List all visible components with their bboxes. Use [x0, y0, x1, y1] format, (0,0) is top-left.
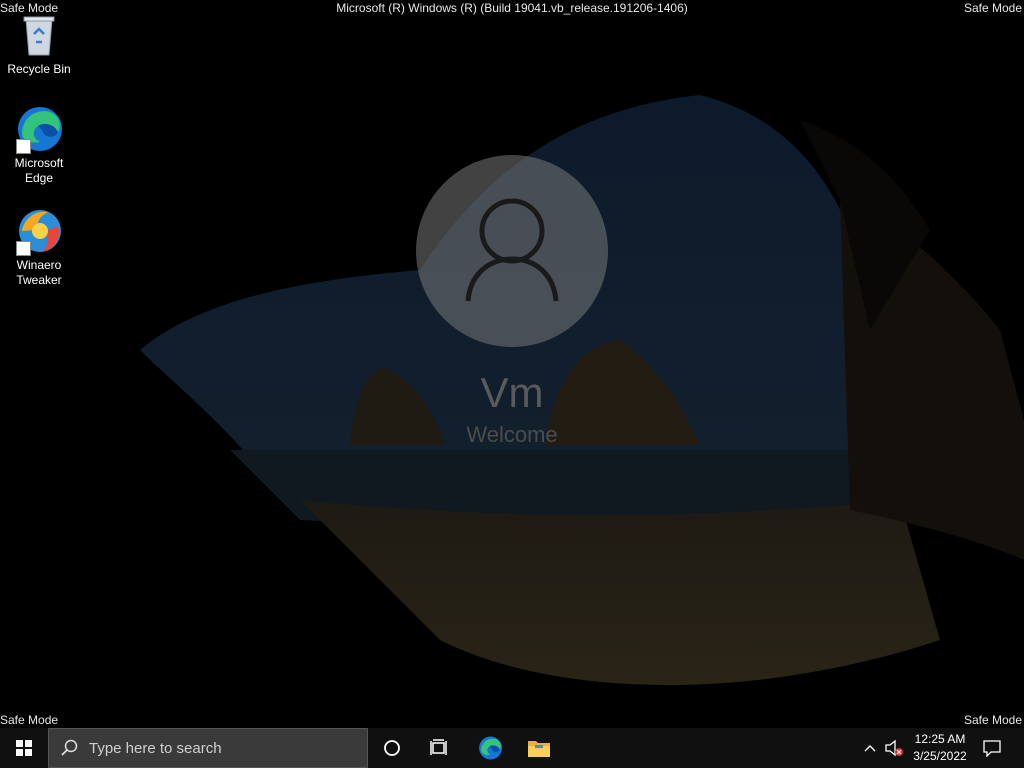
clock-time: 12:25 AM [914, 732, 966, 746]
shortcut-arrow-icon [16, 139, 31, 154]
task-view-button[interactable] [418, 728, 462, 768]
task-view-icon [430, 739, 447, 755]
desktop-icon-label: Recycle Bin [7, 62, 71, 76]
edge-icon [14, 104, 64, 154]
desktop-icon-microsoft-edge[interactable]: Microsoft Edge [4, 104, 74, 186]
desktop-icon-label: Winaero Tweaker [16, 258, 62, 287]
username-label: Vm [480, 369, 544, 416]
desktop-screen: Safe Mode Safe Mode Safe Mode Safe Mode … [0, 0, 1024, 768]
edge-icon [479, 736, 502, 760]
chevron-up-icon [864, 745, 876, 752]
cortana-icon [384, 740, 400, 756]
taskbar: Type here to search 12:25 AM 3/25/2022 [0, 728, 1024, 768]
desktop-icon-label: Microsoft Edge [14, 156, 64, 185]
search-icon [49, 739, 89, 757]
cortana-button[interactable] [370, 728, 414, 768]
desktop-icon-winaero-tweaker[interactable]: Winaero Tweaker [4, 206, 74, 288]
action-center-button[interactable] [972, 728, 1012, 768]
clock-date: 3/25/2022 [913, 749, 967, 763]
desktop-icon-recycle-bin[interactable]: Recycle Bin [4, 10, 74, 77]
safe-mode-label-bottom-right: Safe Mode [963, 713, 1022, 727]
search-placeholder-text: Type here to search [89, 739, 222, 757]
winaero-tweaker-icon [14, 206, 64, 256]
volume-muted-icon [885, 739, 903, 757]
taskbar-clock[interactable]: 12:25 AM 3/25/2022 [908, 731, 972, 765]
show-hidden-icons-button[interactable] [858, 728, 882, 768]
user-icon [465, 198, 559, 302]
start-button[interactable] [0, 728, 48, 768]
windows-logo-icon [16, 740, 32, 756]
windows-build-text: Microsoft (R) Windows (R) (Build 19041.v… [336, 1, 688, 15]
user-avatar [416, 155, 608, 347]
safe-mode-label-bottom-left: Safe Mode [0, 713, 59, 727]
taskbar-edge-button[interactable] [468, 728, 512, 768]
file-explorer-button[interactable] [516, 728, 562, 768]
taskbar-search-box[interactable]: Type here to search [48, 728, 368, 768]
recycle-bin-icon [14, 10, 64, 60]
volume-button[interactable] [882, 728, 906, 768]
login-panel: Vm Welcome [412, 155, 612, 449]
file-explorer-icon [528, 741, 550, 757]
login-status-text: Welcome [466, 422, 558, 447]
shortcut-arrow-icon [16, 241, 31, 256]
notification-icon [983, 740, 1001, 757]
